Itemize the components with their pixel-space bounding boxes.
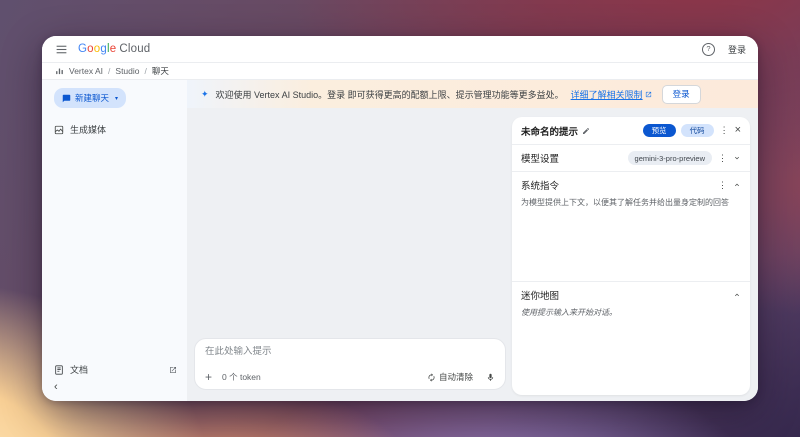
minimap-header: 迷你地图 bbox=[521, 288, 741, 302]
prompt-input[interactable] bbox=[205, 346, 495, 357]
minimap-actions bbox=[733, 291, 741, 299]
chat-bubble-icon bbox=[62, 94, 71, 103]
chat-content: + 0 个 token 自动清除 bbox=[187, 108, 758, 401]
sidebar: 新建聊天 ▾ 生成媒体 文档 ‹ bbox=[42, 80, 187, 401]
main-area: ✦ 欢迎使用 Vertex AI Studio。登录 即可获得更高的配额上限、提… bbox=[187, 80, 758, 401]
sidebar-collapse-button[interactable]: ‹ bbox=[54, 381, 64, 393]
logo-letter: G bbox=[78, 43, 88, 55]
new-chat-button[interactable]: 新建聊天 ▾ bbox=[54, 88, 127, 108]
breadcrumb-item-studio[interactable]: Studio bbox=[115, 66, 139, 76]
google-cloud-logo[interactable]: Google Cloud bbox=[78, 43, 150, 55]
new-chat-label: 新建聊天 bbox=[75, 93, 110, 103]
doc-icon bbox=[54, 364, 64, 375]
chevron-down-icon[interactable]: ▾ bbox=[115, 95, 118, 102]
more-options-icon[interactable]: ⋮ bbox=[717, 153, 728, 164]
chat-column: + 0 个 token 自动清除 bbox=[187, 108, 512, 401]
auto-clear-label: 自动清除 bbox=[438, 372, 473, 382]
docs-label: 文档 bbox=[70, 365, 89, 375]
minimap-section: 迷你地图 使用提示输入来开始对话。 bbox=[512, 282, 750, 395]
prompt-input-box[interactable]: + 0 个 token 自动清除 bbox=[194, 338, 506, 390]
system-instructions-actions: ⋮ bbox=[717, 180, 741, 191]
desktop-background: Google Cloud ? 登录 Vertex AI / Studio / 聊… bbox=[0, 0, 800, 437]
edit-icon[interactable] bbox=[582, 127, 590, 135]
chevron-up-icon[interactable] bbox=[733, 291, 741, 299]
app-body: 新建聊天 ▾ 生成媒体 文档 ‹ ✦ 欢迎使用 Vertex AI Studio… bbox=[42, 80, 758, 401]
spark-icon: ✦ bbox=[201, 88, 209, 99]
banner-link-label: 详细了解相关限制 bbox=[570, 89, 643, 100]
sidebar-item-docs[interactable]: 文档 bbox=[54, 363, 177, 376]
prompt-title: 未命名的提示 bbox=[521, 126, 579, 138]
browser-window: Google Cloud ? 登录 Vertex AI / Studio / 聊… bbox=[42, 36, 758, 401]
breadcrumb-separator: / bbox=[108, 66, 111, 76]
welcome-banner: ✦ 欢迎使用 Vertex AI Studio。登录 即可获得更高的配额上限、提… bbox=[187, 80, 758, 108]
logo-letter: o bbox=[93, 43, 101, 55]
breadcrumb-item-vertex-ai[interactable]: Vertex AI bbox=[69, 66, 103, 76]
model-settings-row: 模型设置 gemini-3-pro-preview ⋮ bbox=[512, 145, 750, 172]
prompt-settings-panel: 未命名的提示 预览 代码 ⋮ × 模型设置 gemini-3-pro-previ… bbox=[512, 117, 750, 395]
prompt-actions: 自动清除 bbox=[427, 371, 495, 383]
minimap-label: 迷你地图 bbox=[521, 290, 560, 302]
add-media-button[interactable]: + bbox=[205, 371, 212, 383]
hamburger-menu-icon[interactable] bbox=[55, 43, 68, 56]
banner-message: 欢迎使用 Vertex AI Studio。登录 即可获得更高的配额上限、提示管… bbox=[215, 89, 564, 100]
media-icon bbox=[54, 125, 64, 135]
topbar-signin-link[interactable]: 登录 bbox=[728, 43, 746, 56]
topbar-actions: ? 登录 bbox=[701, 42, 746, 56]
system-instructions-section: 系统指令 ⋮ 为模型提供上下文，以便其了解任务并给出量身定制的回答 bbox=[512, 172, 750, 282]
top-app-bar: Google Cloud ? 登录 bbox=[42, 36, 758, 62]
system-instructions-hint[interactable]: 为模型提供上下文，以便其了解任务并给出量身定制的回答 bbox=[521, 197, 741, 209]
panel-header: 未命名的提示 预览 代码 ⋮ × bbox=[512, 117, 750, 145]
banner-learn-more-link[interactable]: 详细了解相关限制 bbox=[571, 88, 652, 101]
mic-icon[interactable] bbox=[486, 373, 495, 382]
vertex-ai-icon bbox=[55, 67, 64, 76]
banner-signin-button[interactable]: 登录 bbox=[661, 84, 701, 104]
more-options-icon[interactable]: ⋮ bbox=[719, 125, 730, 136]
logo-cloud-text: Cloud bbox=[119, 43, 151, 55]
sidebar-item-generate-media[interactable]: 生成媒体 bbox=[54, 123, 177, 136]
breadcrumb-separator: / bbox=[144, 66, 147, 76]
chevron-up-icon[interactable] bbox=[733, 181, 741, 189]
system-instructions-header: 系统指令 ⋮ bbox=[521, 178, 741, 192]
model-settings-label: 模型设置 bbox=[521, 154, 560, 165]
code-tab[interactable]: 代码 bbox=[680, 123, 714, 138]
breadcrumb-item-chat: 聊天 bbox=[151, 66, 169, 76]
model-settings-actions: gemini-3-pro-preview ⋮ bbox=[627, 151, 741, 165]
preview-tab[interactable]: 预览 bbox=[642, 123, 676, 138]
logo-letter: o bbox=[87, 43, 94, 55]
auto-clear-button[interactable]: 自动清除 bbox=[427, 371, 473, 383]
breadcrumb: Vertex AI / Studio / 聊天 bbox=[42, 62, 758, 80]
system-instructions-label: 系统指令 bbox=[521, 181, 560, 192]
external-link-icon bbox=[169, 366, 177, 374]
model-chip[interactable]: gemini-3-pro-preview bbox=[627, 151, 712, 165]
panel-header-actions: 预览 代码 ⋮ × bbox=[642, 123, 741, 138]
more-options-icon[interactable]: ⋮ bbox=[717, 180, 728, 191]
logo-letter: e bbox=[109, 43, 117, 55]
logo-letter: g bbox=[100, 43, 107, 55]
external-link-icon bbox=[645, 91, 652, 98]
close-icon[interactable]: × bbox=[735, 125, 741, 136]
prompt-toolbar: + 0 个 token 自动清除 bbox=[205, 371, 495, 383]
minimap-hint: 使用提示输入来开始对话。 bbox=[521, 307, 617, 317]
help-icon[interactable]: ? bbox=[701, 42, 715, 56]
token-count: 0 个 token bbox=[222, 372, 261, 382]
chevron-down-icon[interactable] bbox=[733, 154, 741, 162]
sidebar-item-label: 生成媒体 bbox=[70, 125, 107, 135]
refresh-icon bbox=[427, 372, 436, 382]
